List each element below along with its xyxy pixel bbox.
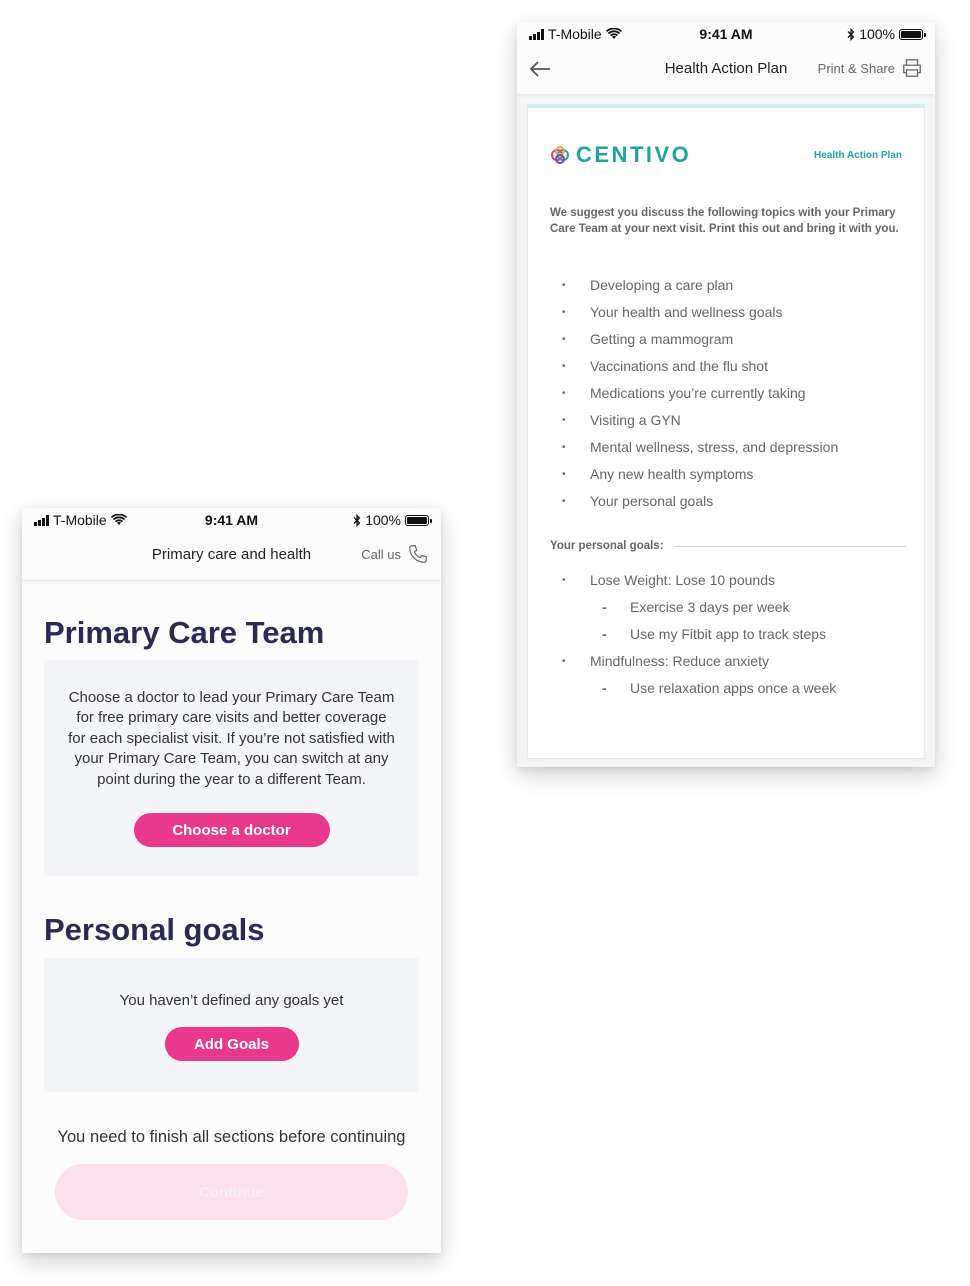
nav-bar: Primary care and health Call us: [22, 534, 441, 581]
centivo-logo-icon: [551, 146, 569, 164]
battery-icon: [405, 514, 432, 526]
personal-goals-card: You haven’t defined any goals yet Add Go…: [44, 958, 419, 1092]
printer-icon: [903, 59, 921, 77]
goals-heading: Your personal goals:: [550, 540, 664, 552]
intro-text: We suggest you discuss the following top…: [550, 207, 899, 235]
status-bar: T-Mobile 9:41 AM 100%: [517, 22, 935, 48]
health-action-plan-document: CENTIVO Health Action Plan We suggest yo…: [527, 104, 925, 759]
primary-care-description: Choose a doctor to lead your Primary Car…: [68, 689, 395, 788]
centivo-logo: CENTIVO: [550, 142, 691, 168]
battery-percent: 100%: [859, 26, 895, 42]
finish-sections-note: You need to finish all sections before c…: [57, 1128, 406, 1146]
goal-item: Lose Weight: Lose 10 pounds: [550, 567, 906, 594]
topic-item: Developing a care plan: [550, 272, 906, 299]
goals-list: Lose Weight: Lose 10 pounds Exercise 3 d…: [550, 567, 906, 702]
bluetooth-icon: [353, 513, 361, 527]
bluetooth-icon: [847, 27, 855, 41]
topic-item: Medications you’re currently taking: [550, 380, 906, 407]
topic-item: Visiting a GYN: [550, 407, 906, 434]
topic-item: Any new health symptoms: [550, 461, 906, 488]
goal-subitem: Use relaxation apps once a week: [550, 675, 906, 702]
primary-care-heading: Primary Care Team: [44, 615, 325, 650]
primary-care-screen: T-Mobile 9:41 AM 100% Primary care and h…: [22, 508, 441, 1253]
continue-button[interactable]: Continue: [55, 1164, 408, 1220]
call-us-button[interactable]: Call us: [361, 543, 429, 565]
phone-icon: [409, 545, 427, 563]
primary-care-card: Choose a doctor to lead your Primary Car…: [44, 660, 419, 876]
topic-item: Your health and wellness goals: [550, 299, 906, 326]
print-share-label: Print & Share: [817, 60, 895, 76]
battery-percent: 100%: [365, 512, 401, 528]
topics-list: Developing a care plan Your health and w…: [550, 272, 906, 515]
no-goals-text: You haven’t defined any goals yet: [119, 992, 344, 1009]
topic-item: Your personal goals: [550, 488, 906, 515]
health-action-plan-screen: T-Mobile 9:41 AM 100% Health Action Plan…: [517, 22, 935, 767]
topic-item: Getting a mammogram: [550, 326, 906, 353]
nav-bar: Health Action Plan Print & Share: [517, 48, 935, 95]
divider: [673, 545, 906, 547]
personal-goals-heading: Personal goals: [44, 912, 265, 947]
brand-name: CENTIVO: [576, 142, 692, 167]
status-bar: T-Mobile 9:41 AM 100%: [22, 508, 441, 534]
goal-item: Mindfulness: Reduce anxiety: [550, 648, 906, 675]
call-us-label: Call us: [361, 546, 401, 562]
topic-item: Mental wellness, stress, and depression: [550, 434, 906, 461]
plan-tag: Health Action Plan: [814, 150, 902, 161]
topic-item: Vaccinations and the flu shot: [550, 353, 906, 380]
goal-subitem: Exercise 3 days per week: [550, 594, 906, 621]
battery-icon: [899, 28, 926, 40]
goal-subitem: Use my Fitbit app to track steps: [550, 621, 906, 648]
choose-doctor-button[interactable]: Choose a doctor: [133, 813, 330, 847]
add-goals-button[interactable]: Add Goals: [164, 1027, 299, 1061]
print-share-button[interactable]: Print & Share: [818, 57, 923, 79]
personal-goals-section: Your personal goals:: [550, 540, 906, 552]
